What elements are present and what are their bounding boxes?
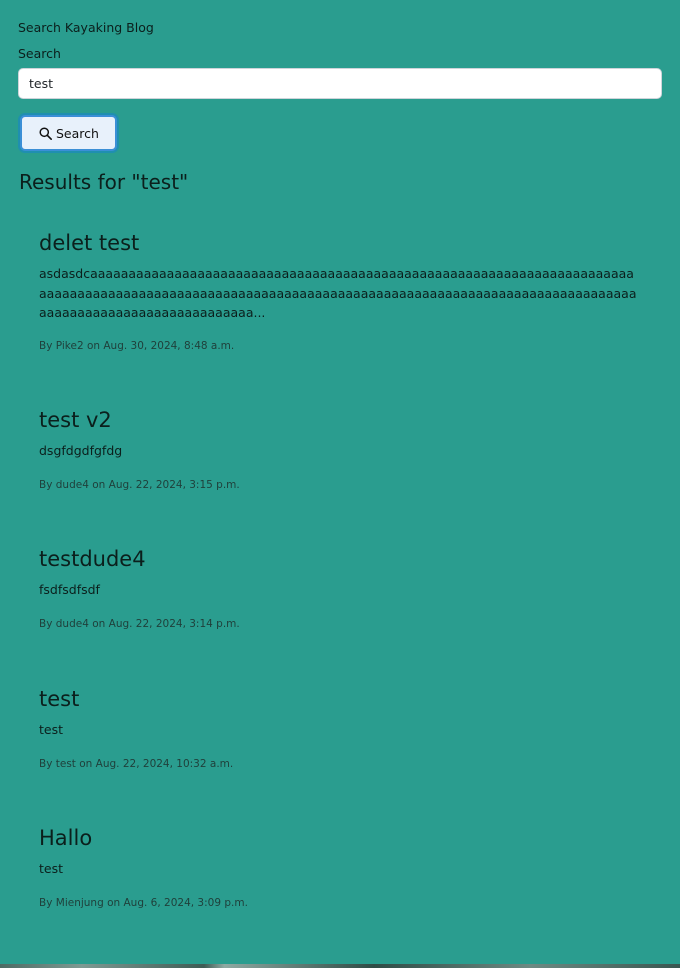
post-title-link[interactable]: testdude4 — [39, 545, 639, 573]
post-meta: By Pike2 on Aug. 30, 2024, 8:48 a.m. — [39, 339, 235, 352]
post-meta: By dude4 on Aug. 22, 2024, 3:14 p.m. — [39, 617, 240, 630]
search-result-item: delet test asdasdcaaaaaaaaaaaaaaaaaaaaaa… — [39, 229, 639, 353]
search-input[interactable] — [18, 68, 662, 99]
post-title-link[interactable]: test — [39, 685, 639, 713]
search-button-label: Search — [56, 125, 99, 141]
post-title-link[interactable]: delet test — [39, 229, 639, 257]
search-result-item: test test By test on Aug. 22, 2024, 10:3… — [39, 685, 639, 771]
post-excerpt: fsdfsdfsdf — [39, 582, 100, 597]
search-page: Search Kayaking Blog Search Search Resul… — [0, 0, 680, 197]
post-meta: By test on Aug. 22, 2024, 10:32 a.m. — [39, 757, 234, 770]
results-heading: Results for "test" — [19, 170, 189, 194]
post-excerpt: dsgfdgdfgfdg — [39, 443, 123, 458]
footer-image-strip — [0, 964, 680, 968]
search-result-item: Hallo test By Mienjung on Aug. 6, 2024, … — [39, 824, 639, 910]
search-button[interactable]: Search — [20, 115, 117, 151]
post-excerpt: test — [39, 861, 64, 876]
post-title-link[interactable]: Hallo — [39, 824, 639, 852]
search-field-label: Search — [18, 46, 61, 61]
post-excerpt: test — [39, 722, 64, 737]
search-icon — [39, 126, 52, 140]
search-result-item: test v2 dsgfdgdfgfdg By dude4 on Aug. 22… — [39, 406, 639, 492]
search-result-item: testdude4 fsdfsdfsdf By dude4 on Aug. 22… — [39, 545, 639, 631]
post-title-link[interactable]: test v2 — [39, 406, 639, 434]
search-form-title: Search Kayaking Blog — [18, 20, 154, 35]
post-meta: By dude4 on Aug. 22, 2024, 3:15 p.m. — [39, 478, 240, 491]
post-excerpt: asdasdcaaaaaaaaaaaaaaaaaaaaaaaaaaaaaaaaa… — [39, 266, 637, 320]
post-meta: By Mienjung on Aug. 6, 2024, 3:09 p.m. — [39, 896, 248, 909]
